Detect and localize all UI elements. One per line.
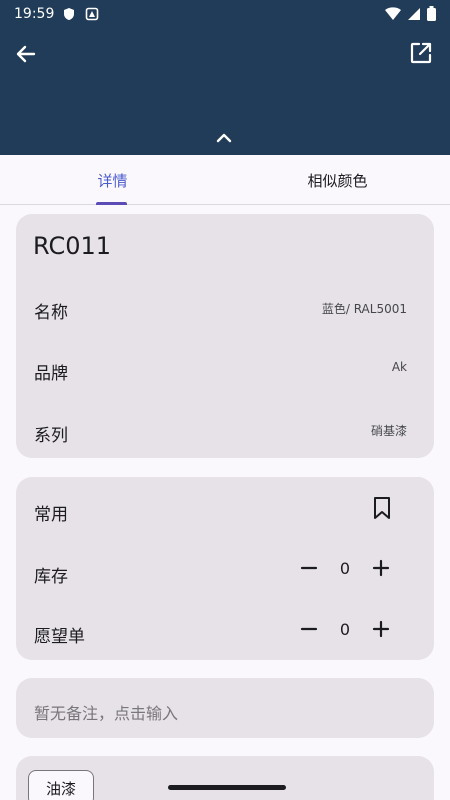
favorite-label: 常用 (34, 505, 68, 525)
stock-stepper: 0 (298, 557, 392, 579)
stock-label: 库存 (34, 567, 68, 587)
tab-indicator (96, 202, 127, 205)
notification-icon (85, 7, 99, 21)
wishlist-count: 0 (339, 619, 351, 639)
back-arrow-icon[interactable] (12, 40, 40, 68)
battery-icon (427, 6, 436, 21)
wishlist-stepper: 0 (298, 618, 392, 640)
tab-bar: 详情 相似颜色 (0, 155, 450, 205)
wishlist-label: 愿望单 (34, 627, 85, 647)
minus-icon[interactable] (298, 618, 320, 640)
note-placeholder[interactable]: 暂无备注，点击输入 (34, 700, 178, 724)
name-label: 名称 (34, 303, 68, 323)
name-value: 蓝色/ RAL5001 (321, 302, 407, 316)
header-area: 19:59 (0, 0, 450, 155)
tab-similar-colors[interactable]: 相似颜色 (225, 155, 450, 205)
status-icons (385, 6, 436, 21)
collapse-chevron-icon[interactable] (213, 130, 235, 146)
minus-icon[interactable] (298, 557, 320, 579)
plus-icon[interactable] (370, 618, 392, 640)
plus-icon[interactable] (370, 557, 392, 579)
open-external-icon[interactable] (408, 40, 434, 66)
status-time: 19:59 (14, 6, 55, 22)
series-label: 系列 (34, 426, 68, 446)
category-chip[interactable]: 油漆 (28, 770, 94, 800)
stock-count: 0 (339, 558, 351, 578)
signal-icon (408, 7, 420, 20)
wifi-icon (385, 6, 401, 20)
status-bar: 19:59 (0, 0, 450, 28)
brand-label: 品牌 (34, 364, 68, 384)
gesture-handle (168, 785, 286, 790)
color-code: RC011 (33, 232, 112, 260)
series-value: 硝基漆 (370, 424, 407, 438)
brand-value: Ak (391, 360, 407, 374)
shield-icon (64, 8, 74, 20)
bookmark-icon[interactable] (372, 496, 392, 520)
tab-details[interactable]: 详情 (0, 155, 225, 205)
